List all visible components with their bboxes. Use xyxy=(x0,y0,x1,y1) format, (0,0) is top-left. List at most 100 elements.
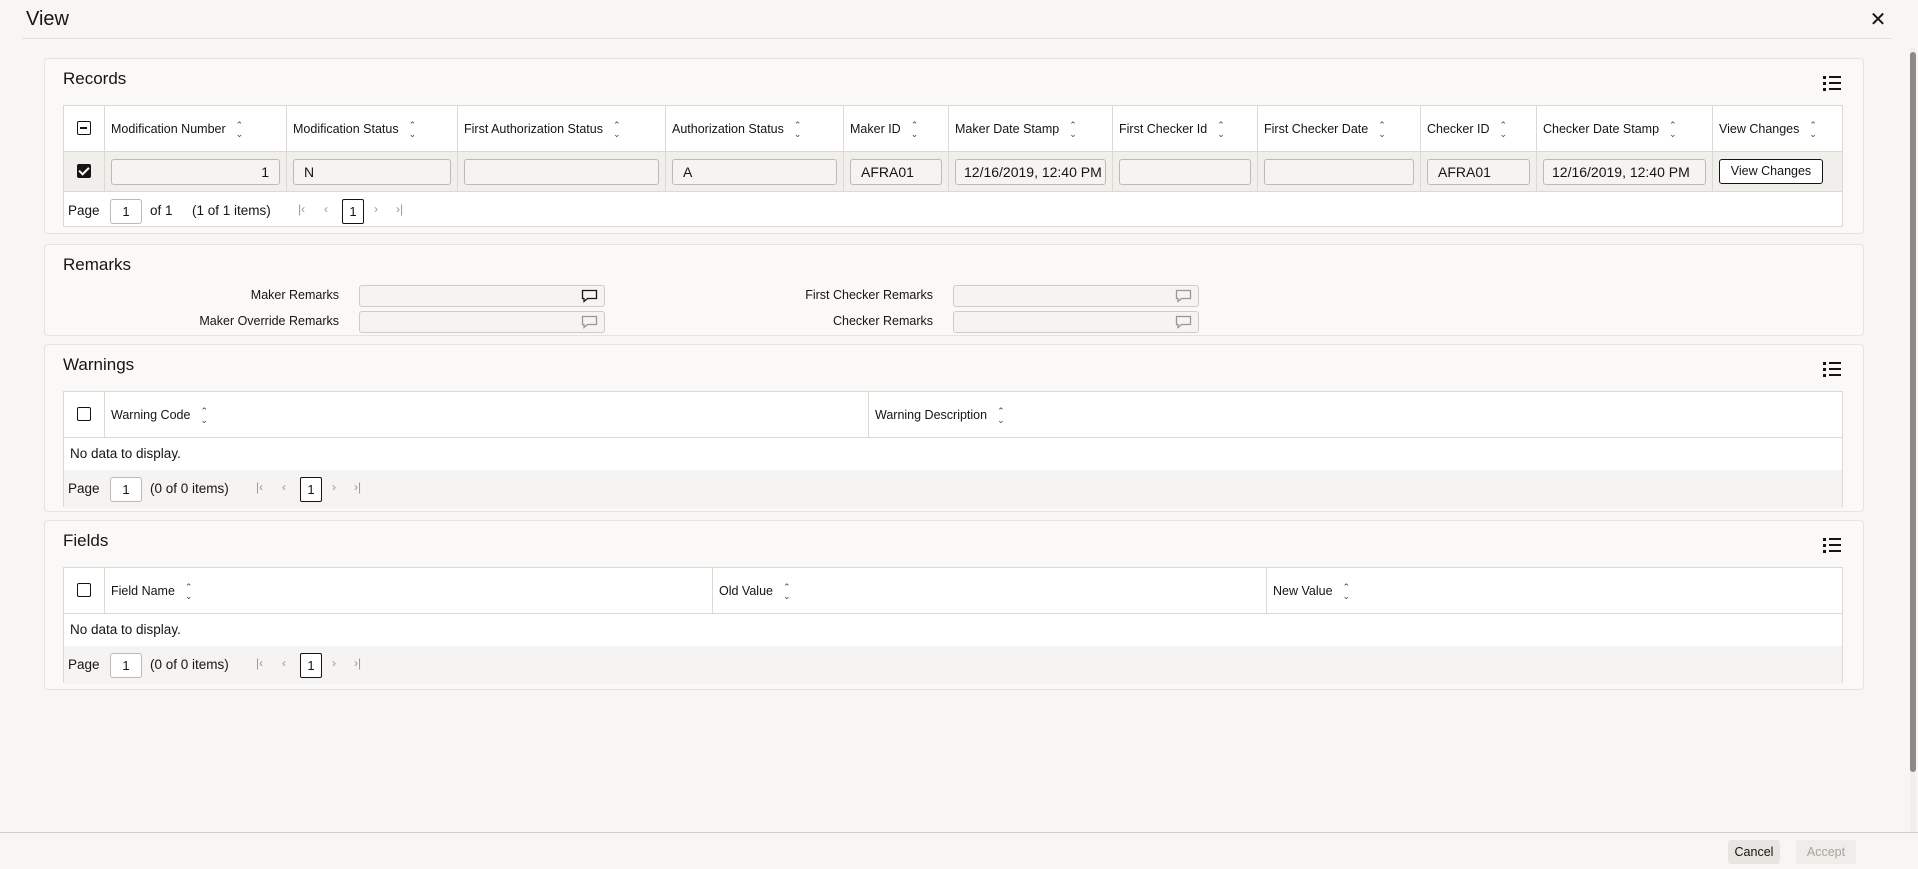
maker-id-field[interactable]: AFRA01 xyxy=(850,159,942,185)
sort-icon[interactable]: ⌃ ⌄ xyxy=(1069,120,1077,139)
current-page-button[interactable]: 1 xyxy=(342,199,364,224)
modification-status-field[interactable]: N xyxy=(293,159,451,185)
select-all-checkbox[interactable] xyxy=(77,583,91,597)
authorization-status-field[interactable]: A xyxy=(672,159,837,185)
col-first-checker-date[interactable]: First Checker Date ⌃ ⌄ xyxy=(1257,106,1420,152)
row-checkbox[interactable] xyxy=(77,164,91,178)
footer-divider xyxy=(0,832,1918,833)
first-checker-id-field[interactable] xyxy=(1119,159,1251,185)
cell-first-checker-id xyxy=(1112,152,1257,192)
header-divider xyxy=(22,38,1892,39)
sort-icon[interactable]: ⌃ ⌄ xyxy=(794,120,802,139)
first-checker-remarks-field[interactable] xyxy=(953,285,1199,307)
warnings-pager: Page 1 (0 of 0 items) |‹ ‹ 1 › ›| xyxy=(64,470,1842,508)
col-warning-description[interactable]: Warning Description ⌃ ⌄ xyxy=(868,392,1844,438)
maker-date-stamp-field[interactable]: 12/16/2019, 12:40 PM xyxy=(955,159,1106,185)
sort-icon[interactable]: ⌃ ⌄ xyxy=(783,582,791,601)
col-warning-code[interactable]: Warning Code ⌃ ⌄ xyxy=(104,392,868,438)
page-number-input[interactable]: 1 xyxy=(110,199,142,224)
next-page-icon[interactable]: › xyxy=(332,480,336,494)
sort-icon[interactable]: ⌃ ⌄ xyxy=(185,582,193,601)
page-number-input[interactable]: 1 xyxy=(110,477,142,502)
col-field-name[interactable]: Field Name ⌃ ⌄ xyxy=(104,568,712,614)
records-panel: Records Modification Number ⌃ ⌄ Modificati… xyxy=(44,58,1864,234)
first-checker-remarks-label: First Checker Remarks xyxy=(805,288,933,302)
comment-icon[interactable] xyxy=(581,315,598,329)
cell-checker-date-stamp: 12/16/2019, 12:40 PM xyxy=(1536,152,1712,192)
fields-grid-header: Field Name ⌃ ⌄ Old Value ⌃ ⌄ New Value ⌃ ⌄ xyxy=(64,568,1842,614)
scrollbar-thumb[interactable] xyxy=(1910,52,1916,772)
col-first-authorization-status[interactable]: First Authorization Status ⌃ ⌄ xyxy=(457,106,665,152)
modification-number-field[interactable]: 1 xyxy=(111,159,280,185)
prev-page-icon[interactable]: ‹ xyxy=(324,202,328,216)
sort-icon[interactable]: ⌃ ⌄ xyxy=(236,120,244,139)
prev-page-icon[interactable]: ‹ xyxy=(282,480,286,494)
first-page-icon[interactable]: |‹ xyxy=(256,656,263,670)
sort-icon[interactable]: ⌃ ⌄ xyxy=(613,120,621,139)
comment-icon[interactable] xyxy=(1175,289,1192,303)
sort-icon[interactable]: ⌃ ⌄ xyxy=(1809,120,1817,139)
next-page-icon[interactable]: › xyxy=(374,202,378,216)
warnings-title: Warnings xyxy=(63,355,135,374)
col-authorization-status[interactable]: Authorization Status ⌃ ⌄ xyxy=(665,106,843,152)
sort-icon[interactable]: ⌃ ⌄ xyxy=(1500,120,1508,139)
current-page-button[interactable]: 1 xyxy=(300,653,322,678)
cell-first-checker-date xyxy=(1257,152,1420,192)
empty-row: No data to display. xyxy=(64,614,1842,646)
col-view-changes[interactable]: View Changes ⌃ ⌄ xyxy=(1712,106,1842,152)
col-checker-id[interactable]: Checker ID ⌃ ⌄ xyxy=(1420,106,1536,152)
col-maker-id[interactable]: Maker ID ⌃ ⌄ xyxy=(843,106,948,152)
column-chooser-icon[interactable] xyxy=(1823,537,1841,553)
first-page-icon[interactable]: |‹ xyxy=(298,202,305,216)
sort-icon[interactable]: ⌃ ⌄ xyxy=(997,406,1005,425)
col-modification-number[interactable]: Modification Number ⌃ ⌄ xyxy=(104,106,286,152)
prev-page-icon[interactable]: ‹ xyxy=(282,656,286,670)
col-checker-date-stamp[interactable]: Checker Date Stamp ⌃ ⌄ xyxy=(1536,106,1712,152)
dialog-title: View xyxy=(26,8,69,30)
select-all-checkbox[interactable] xyxy=(77,121,91,135)
comment-icon[interactable] xyxy=(1175,315,1192,329)
first-checker-date-field[interactable] xyxy=(1264,159,1414,185)
sort-icon[interactable]: ⌃ ⌄ xyxy=(1217,120,1225,139)
sort-icon[interactable]: ⌃ ⌄ xyxy=(1669,120,1677,139)
col-old-value[interactable]: Old Value ⌃ ⌄ xyxy=(712,568,1266,614)
fields-pager: Page 1 (0 of 0 items) |‹ ‹ 1 › ›| xyxy=(64,646,1842,684)
sort-icon[interactable]: ⌃ ⌄ xyxy=(200,406,208,425)
column-chooser-icon[interactable] xyxy=(1823,361,1841,377)
col-label: Modification Number xyxy=(111,122,226,136)
sort-icon[interactable]: ⌃ ⌄ xyxy=(1378,120,1386,139)
maker-override-remarks-field[interactable] xyxy=(359,311,605,333)
cancel-button[interactable]: Cancel xyxy=(1728,840,1780,864)
accept-button[interactable]: Accept xyxy=(1796,840,1856,864)
column-chooser-icon[interactable] xyxy=(1823,75,1841,91)
no-data-message: No data to display. xyxy=(70,622,181,637)
next-page-icon[interactable]: › xyxy=(332,656,336,670)
col-label: Old Value xyxy=(719,584,773,598)
comment-icon[interactable] xyxy=(581,289,598,303)
first-page-icon[interactable]: |‹ xyxy=(256,480,263,494)
view-changes-button[interactable]: View Changes xyxy=(1719,159,1823,184)
remarks-title: Remarks xyxy=(63,255,132,274)
select-all-checkbox[interactable] xyxy=(77,407,91,421)
last-page-icon[interactable]: ›| xyxy=(396,202,403,216)
sort-icon[interactable]: ⌃ ⌄ xyxy=(911,120,919,139)
table-row[interactable]: 1 N A AFRA01 12/16/2019, 12:40 PM AFRA01… xyxy=(64,152,1842,192)
maker-remarks-field[interactable] xyxy=(359,285,605,307)
checker-id-field[interactable]: AFRA01 xyxy=(1427,159,1530,185)
sort-icon[interactable]: ⌃ ⌄ xyxy=(1343,582,1351,601)
first-authorization-status-field[interactable] xyxy=(464,159,659,185)
current-page-button[interactable]: 1 xyxy=(300,477,322,502)
checker-date-stamp-field[interactable]: 12/16/2019, 12:40 PM xyxy=(1543,159,1706,185)
col-first-checker-id[interactable]: First Checker Id ⌃ ⌄ xyxy=(1112,106,1257,152)
last-page-icon[interactable]: ›| xyxy=(354,656,361,670)
checker-remarks-field[interactable] xyxy=(953,311,1199,333)
col-maker-date-stamp[interactable]: Maker Date Stamp ⌃ ⌄ xyxy=(948,106,1112,152)
remarks-panel: Remarks Maker Remarks Maker Override Rem… xyxy=(44,244,1864,336)
col-new-value[interactable]: New Value ⌃ ⌄ xyxy=(1266,568,1844,614)
page-number-input[interactable]: 1 xyxy=(110,653,142,678)
last-page-icon[interactable]: ›| xyxy=(354,480,361,494)
close-icon[interactable]: ✕ xyxy=(1866,8,1890,32)
sort-icon[interactable]: ⌃ ⌄ xyxy=(409,120,417,139)
col-modification-status[interactable]: Modification Status ⌃ ⌄ xyxy=(286,106,457,152)
cell-authorization-status: A xyxy=(665,152,843,192)
